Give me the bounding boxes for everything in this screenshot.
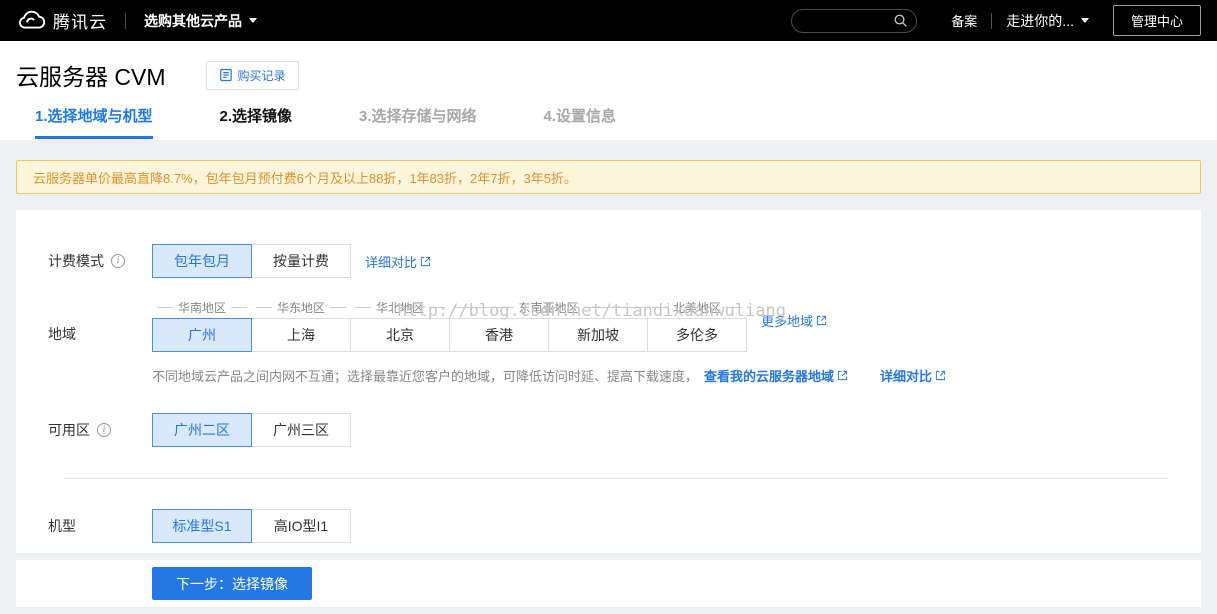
external-link-icon [816,315,827,326]
console-button[interactable]: 管理中心 [1112,5,1201,36]
cloud-logo-icon [18,10,46,29]
region-group-label: 北美地区 [647,298,747,316]
option-button[interactable]: 广州二区 [152,413,252,447]
external-link-icon [837,370,848,381]
tab-step-3: 3.选择存储与网络 [359,108,477,125]
info-icon[interactable] [111,254,125,268]
topbar-right: 备案 走进你的... 管理中心 [791,5,1201,36]
zone-options: 广州二区 广州三区 [152,413,351,447]
instance-type-row: 机型 标准型S1 高IO型I1 [48,509,1169,543]
purchase-records-button[interactable]: 购买记录 [205,60,299,90]
divider [125,12,126,29]
promo-notice-text: 云服务器单价最高直降8.7%，包年包月预付费6个月及以上88折，1年83折，2年… [33,170,577,186]
other-products-label: 选购其他云产品 [144,12,242,29]
region-description: 不同地域云产品之间内网不互通；选择最靠近您客户的地域，可降低访问时延、提高下载速… [152,366,1169,385]
billing-compare-label: 详细对比 [365,254,418,270]
region-city-options: 广州 [152,318,252,352]
my-servers-region-label: 查看我的云服务器地域 [704,369,835,384]
region-group: 华东地区 上海 [251,298,351,352]
billing-compare-link[interactable]: 详细对比 [365,252,431,271]
instance-type-label: 机型 [48,509,152,543]
external-link-icon [420,256,431,266]
next-step-button[interactable]: 下一步：选择镜像 [152,567,312,600]
region-groups: 华南地区 广州 华东地区 上海 华北地区 北京 东南亚地区 香港 新加坡 北美地区 多伦多 [152,298,747,352]
option-button[interactable]: 高IO型I1 [251,509,351,543]
region-group-name: 东南亚地区 [518,300,579,315]
zone-row: 可用区 广州二区广州三区 [48,413,1169,447]
purchase-records-label: 购买记录 [237,68,286,83]
region-compare-label: 详细对比 [880,369,933,384]
option-button[interactable]: 新加坡 [548,318,648,352]
info-icon[interactable] [97,423,111,437]
chevron-down-icon [1080,18,1089,23]
option-button[interactable]: 广州三区 [251,413,351,447]
option-button[interactable]: 广州 [152,318,252,352]
instance-options: 标准型S1 高IO型I1 [152,509,351,543]
billing-mode-row: 计费模式 包年包月按量计费 详细对比 [48,244,1169,278]
config-card: 计费模式 包年包月按量计费 详细对比 地域 华南地区广州华东地区上海华北地区北京… [16,210,1201,553]
billing-mode-label: 计费模式 [48,244,152,278]
step-tabs: 1.选择地域与机型 2.选择镜像 3.选择存储与网络 4.设置信息 [16,105,1201,139]
other-products-menu[interactable]: 选购其他云产品 [144,11,257,31]
page-header: 云服务器 CVM 购买记录 1.选择地域与机型 2.选择镜像 3.选择存储与网络… [0,41,1217,140]
beian-link[interactable]: 备案 [951,11,977,30]
region-group: 华南地区 广州 [152,298,252,352]
section-divider [64,478,1169,479]
option-button[interactable]: 上海 [251,318,351,352]
main-area: 云服务器单价最高直降8.7%，包年包月预付费6个月及以上88折，1年83折，2年… [0,140,1217,553]
search-box[interactable] [791,8,918,33]
region-label-text: 地域 [48,326,76,342]
region-group-label: 华南地区 [152,298,252,316]
top-navbar: 腾讯云 选购其他云产品 备案 走进你的... 管理中心 [0,0,1217,41]
option-button[interactable]: 按量计费 [251,244,351,278]
footer-bar: 下一步：选择镜像 [16,560,1201,607]
records-icon [219,68,232,82]
region-compare-link[interactable]: 详细对比 [880,366,946,385]
region-city-options: 北京 [350,318,450,352]
region-city-options: 上海 [251,318,351,352]
tab-step-1[interactable]: 1.选择地域与机型 [35,105,153,139]
visit-menu[interactable]: 走进你的... [1006,11,1089,31]
option-button[interactable]: 香港 [449,318,549,352]
search-input[interactable] [804,13,894,28]
logo-text: 腾讯云 [53,13,107,32]
divider [991,12,993,29]
zone-label-text: 可用区 [48,421,90,438]
region-group: 北美地区 多伦多 [647,298,747,352]
region-group-label: 华东地区 [251,298,351,316]
region-label: 地域 [48,298,152,352]
my-servers-region-link[interactable]: 查看我的云服务器地域 [704,366,848,385]
search-icon [894,14,908,27]
tab-step-2[interactable]: 2.选择镜像 [220,105,293,139]
region-group: 东南亚地区香港 新加坡 [449,298,648,352]
region-city-options: 香港 新加坡 [449,318,648,352]
instance-type-label-text: 机型 [48,517,76,534]
tencent-cloud-logo[interactable]: 腾讯云 [16,8,107,33]
option-button[interactable]: 标准型S1 [152,509,252,543]
region-row: 地域 华南地区 广州 华东地区 上海 华北地区 北京 东南亚地区 香港 新加坡 北美地区 多伦多 更… [48,298,1169,352]
region-group-name: 华东地区 [277,300,326,315]
page-title: 云服务器 CVM [16,64,166,90]
billing-mode-label-text: 计费模式 [48,252,104,269]
region-group-label: 东南亚地区 [449,298,648,316]
region-group: 华北地区 北京 [350,298,450,352]
region-group-name: 华南地区 [178,300,227,315]
visit-menu-label: 走进你的... [1006,12,1074,29]
region-group-name: 华北地区 [376,300,425,315]
option-button[interactable]: 包年包月 [152,244,252,278]
option-button[interactable]: 多伦多 [647,318,747,352]
tab-step-4: 4.设置信息 [543,108,617,125]
chevron-down-icon [249,18,257,23]
option-button[interactable]: 北京 [350,318,450,352]
external-link-icon [935,370,946,381]
more-regions-label: 更多地域 [761,314,814,329]
region-city-options: 多伦多 [647,318,747,352]
region-group-label: 华北地区 [350,298,450,316]
region-group-name: 北美地区 [673,300,722,315]
region-description-text: 不同地域云产品之间内网不互通；选择最靠近您客户的地域，可降低访问时延、提高下载速… [152,369,699,384]
promo-notice-banner: 云服务器单价最高直降8.7%，包年包月预付费6个月及以上88折，1年83折，2年… [16,160,1201,194]
zone-label: 可用区 [48,413,152,447]
more-regions-link[interactable]: 更多地域 [761,298,827,343]
billing-options: 包年包月 按量计费 [152,244,351,278]
